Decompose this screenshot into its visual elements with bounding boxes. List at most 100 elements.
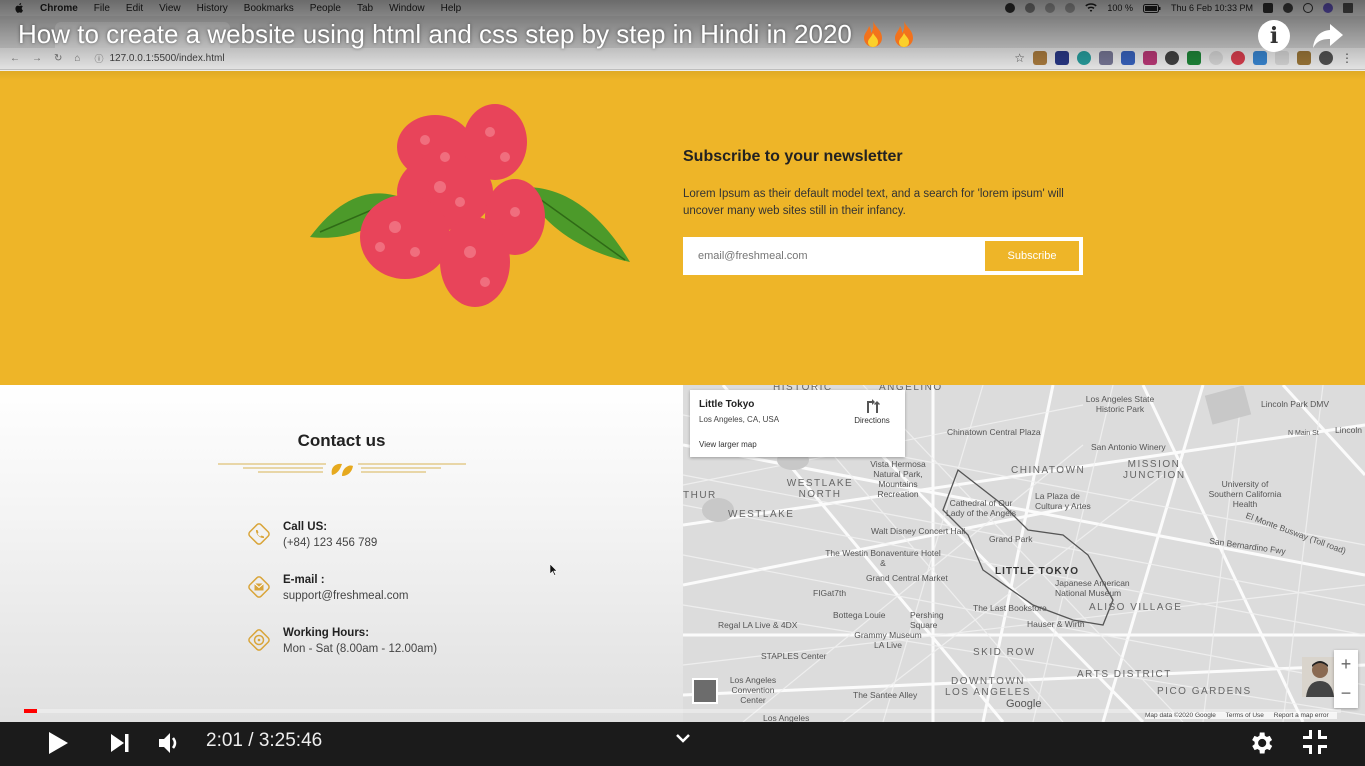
extension-icon[interactable] [1253,51,1267,65]
extension-icon[interactable] [1187,51,1201,65]
home-icon[interactable]: ⌂ [74,53,80,64]
info-icon[interactable]: ⓘ [94,52,103,65]
map-label: WESTLAKE NORTH [786,478,854,500]
menu-edit[interactable]: Edit [126,3,143,14]
spotlight-icon[interactable] [1303,3,1313,13]
reload-icon[interactable]: ↻ [54,53,62,64]
subscribe-button[interactable]: Subscribe [985,241,1079,271]
map-zoom-controls: + − [1334,650,1358,708]
user-account-icon[interactable] [1283,3,1293,13]
status-app-icon[interactable] [1025,3,1036,13]
extension-icon[interactable] [1275,51,1289,65]
contact-title: Contact us [297,431,386,450]
volume-icon[interactable] [156,730,182,756]
browser-menu-icon[interactable]: ⋮ [1341,51,1353,65]
apple-icon[interactable] [14,3,24,13]
clock-icon [248,629,270,651]
extension-icon[interactable] [1209,51,1223,65]
map-place-address: Los Angeles, CA, USA [699,415,780,424]
terms-link[interactable]: Terms of Use [1226,712,1264,719]
menu-app-chrome[interactable]: Chrome [40,3,78,14]
menu-help[interactable]: Help [441,3,462,14]
info-icon[interactable]: i [1258,20,1290,52]
menu-file[interactable]: File [94,3,110,14]
back-arrow-icon[interactable]: ← [10,53,20,64]
video-progress-bar[interactable] [24,709,1341,713]
map-label: WESTLAKE [728,509,795,520]
extension-icon[interactable] [1077,51,1091,65]
status-app-icon[interactable] [1005,3,1016,13]
view-larger-map-link[interactable]: View larger map [699,440,757,449]
share-icon[interactable] [1312,22,1344,50]
map-label: SKID ROW [973,647,1036,658]
map-label: Lincoln [1335,425,1362,435]
contact-label: Working Hours: [283,627,370,639]
extension-icon[interactable] [1099,51,1113,65]
menu-tab[interactable]: Tab [357,3,373,14]
mac-menu-bar: Chrome File Edit View History Bookmarks … [0,0,1365,16]
newsletter-text: Lorem Ipsum as their default model text,… [683,188,1064,217]
extension-icon[interactable] [1033,51,1047,65]
settings-gear-icon[interactable] [1247,729,1275,757]
map-label: Hauser & Wirth [1027,619,1085,629]
next-icon[interactable] [108,731,132,755]
map-label: San Antonio Winery [1091,442,1166,452]
siri-icon[interactable] [1323,3,1333,13]
user-icon[interactable] [1263,3,1273,13]
exit-fullscreen-icon[interactable] [1302,729,1328,755]
notification-center-icon[interactable] [1343,3,1353,13]
map-label: MISSION JUNCTION [1123,459,1186,481]
extension-icon[interactable] [1143,51,1157,65]
bluetooth-icon[interactable] [1065,3,1076,13]
bookmark-star-icon[interactable]: ☆ [1014,51,1025,65]
map-embed[interactable]: HISTORIC ANGELINO Los Angeles State Hist… [683,385,1365,722]
zoom-out-button[interactable]: − [1334,679,1358,708]
menu-window[interactable]: Window [389,3,425,14]
map-label: LITTLE TOKYO [995,566,1080,577]
map-label: Chinatown Central Plaza [947,427,1041,437]
menu-people[interactable]: People [310,3,341,14]
play-icon[interactable] [46,730,70,756]
newsletter-section [0,71,1365,385]
street-view-pegman[interactable] [1302,657,1338,697]
extension-icon[interactable] [1165,51,1179,65]
wifi-icon[interactable] [1085,3,1098,13]
email-input[interactable] [685,239,983,273]
menu-bookmarks[interactable]: Bookmarks [244,3,294,14]
clock-text[interactable]: Thu 6 Feb 10:33 PM [1171,3,1253,13]
map-label: DOWNTOWN LOS ANGELES [945,676,1031,698]
profile-avatar[interactable] [1319,51,1333,65]
satellite-toggle[interactable] [692,678,718,704]
fire-emoji-icon [864,21,883,47]
battery-icon[interactable] [1142,3,1161,13]
forward-arrow-icon[interactable]: → [32,53,42,64]
time-machine-icon[interactable] [1045,3,1056,13]
zoom-in-button[interactable]: + [1334,650,1358,679]
extension-icon[interactable] [1231,51,1245,65]
directions-button[interactable]: Directions [848,398,896,425]
battery-percent: 100 % [1107,3,1133,13]
extension-icon[interactable] [1121,51,1135,65]
menu-view[interactable]: View [159,3,181,14]
map-label: Grand Park [989,534,1033,544]
map-label: University of Southern California Health [1208,479,1282,509]
report-error-link[interactable]: Report a map error [1274,712,1329,719]
menu-history[interactable]: History [197,3,228,14]
map-label: CHINATOWN [1011,465,1086,476]
mail-icon [248,576,270,598]
map-info-card: Little Tokyo Los Angeles, CA, USA View l… [690,390,905,457]
map-label: THUR [683,490,717,501]
extension-icon[interactable] [1297,51,1311,65]
contact-email: support@freshmeal.com [283,590,409,602]
map-label: Walt Disney Concert Hall [871,526,966,536]
video-title[interactable]: How to create a website using html and c… [18,19,914,50]
map-label: PICO GARDENS [1157,686,1252,697]
progress-played [24,709,37,713]
extension-icon[interactable] [1055,51,1069,65]
map-label: Japanese American National Museum [1055,578,1130,598]
chevron-down-icon[interactable] [674,731,692,745]
map-label: Grammy Museum LA Live [854,630,922,650]
map-label: Los Angeles [763,713,810,722]
map-label: La Plaza de Cultura y Artes [1035,491,1091,511]
address-field[interactable]: 127.0.0.1:5500/index.html [109,53,224,64]
